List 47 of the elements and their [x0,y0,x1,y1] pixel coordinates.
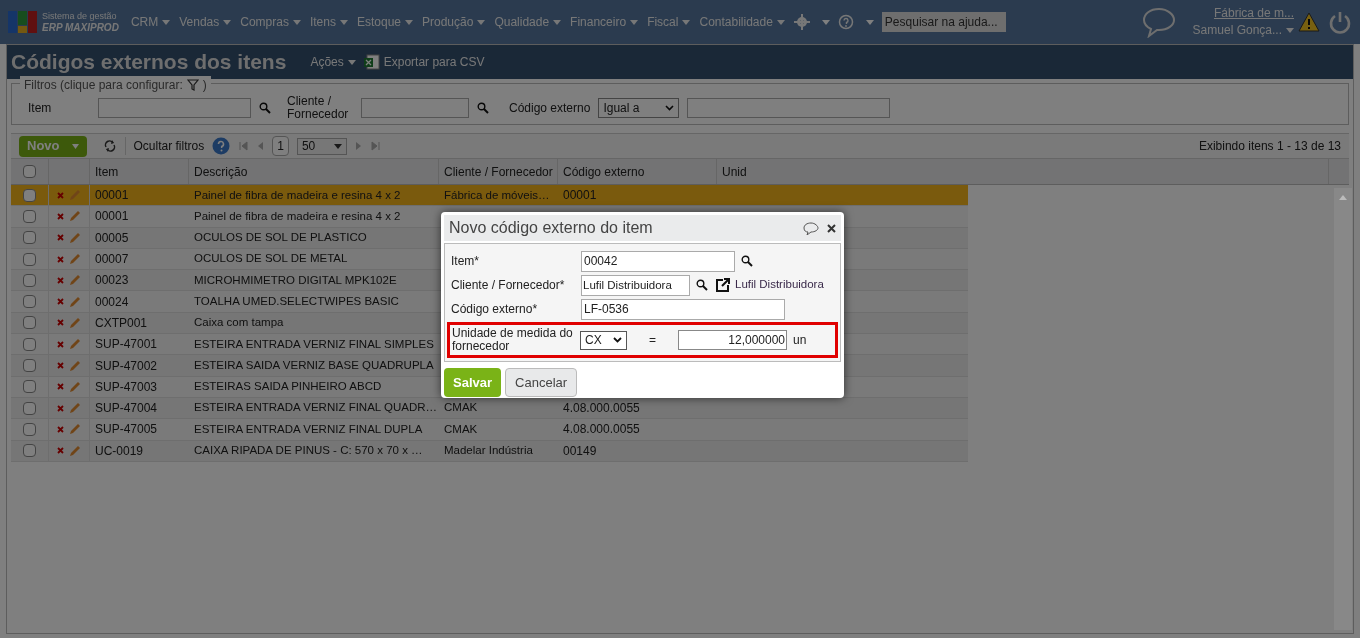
table-cell-text: UC-0019 [94,442,145,460]
table-cell-text: ESTEIRA ENTRADA VERNIZ FINAL QUADR… [193,400,439,416]
table-cell-text: SUP-47001 [94,336,159,354]
table-cell: 4.08.000.0055 [563,401,640,416]
base-unit: un [793,332,807,349]
table-cell-text: SUP-47005 [94,421,159,439]
table-cell-text: SUP-47004 [94,400,159,418]
table-cell-text: MICROHMIMETRO DIGITAL MPK102E [193,272,398,288]
filter-label: Item [28,100,53,117]
table-cell-text: CAIXA RIPADA DE PINUS - C: 570 x 70 x … [193,443,424,459]
pagination-status: Exibindo itens 1 - 13 de 13 [1198,138,1341,155]
table-cell-text: 00007 [94,251,130,269]
table-cell: 4.08.000.0055 [563,422,640,437]
table-cell-text: OCULOS DE SOL DE METAL [193,251,349,267]
table-cell-text: ESTEIRA ENTRADA VERNIZ FINAL DUPLA [193,421,424,437]
page-title: Códigos externos dos itens [11,49,287,76]
table-cell: 00149 [563,443,597,458]
filters-legend-end: ) [202,77,207,94]
dialog-title: Novo código externo do item [449,218,654,238]
table-cell-text: 00024 [94,293,130,311]
table-cell: CMAK [444,401,478,414]
table-cell-text: 00001 [94,187,130,205]
table-cell-text: SUP-47002 [94,357,159,375]
field-label: Item* [450,253,480,270]
field-label: Cliente / Fornecedor* [450,277,566,294]
table-cell-text: ESTEIRAS SAIDA PINHEIRO ABCD [193,379,383,395]
table-cell-text: OCULOS DE SOL DE PLASTICO [193,230,368,246]
logo-subtitle: Sistema de gestão [42,10,118,22]
table-cell-text: Painel de fibra de madeira e resina 4 x 2 [193,187,402,203]
table-cell-text: SUP-47003 [94,378,159,396]
table-cell: 00001 [563,188,597,203]
table-cell-text: Painel de fibra de madeira e resina 4 x 2 [193,208,402,224]
table-cell-text: 00005 [94,229,130,247]
table-cell-text: 00001 [94,208,130,226]
table-cell: Madelar Indústria [444,444,533,457]
table-cell: CMAK [444,422,478,435]
equals-sign: = [649,332,656,349]
filter-label: Cliente / Fornecedor [287,95,350,121]
logo-title: ERP MAXIPROD [42,22,119,34]
table-cell-text: 00023 [94,272,130,290]
table-cell-text: ESTEIRA ENTRADA VERNIZ FINAL SIMPLES [193,336,435,352]
table-cell: Fábrica de móveis… [444,188,550,201]
table-cell-text: ESTEIRA SAIDA VERNIZ BASE QUADRUPLA [193,357,435,373]
table-cell-text: CXTP001 [94,314,149,332]
table-cell-text: Caixa com tampa [193,315,285,331]
filter-label: Código externo [509,100,591,117]
table-cell-text: TOALHA UMED.SELECTWIPES BASIC [193,294,400,309]
